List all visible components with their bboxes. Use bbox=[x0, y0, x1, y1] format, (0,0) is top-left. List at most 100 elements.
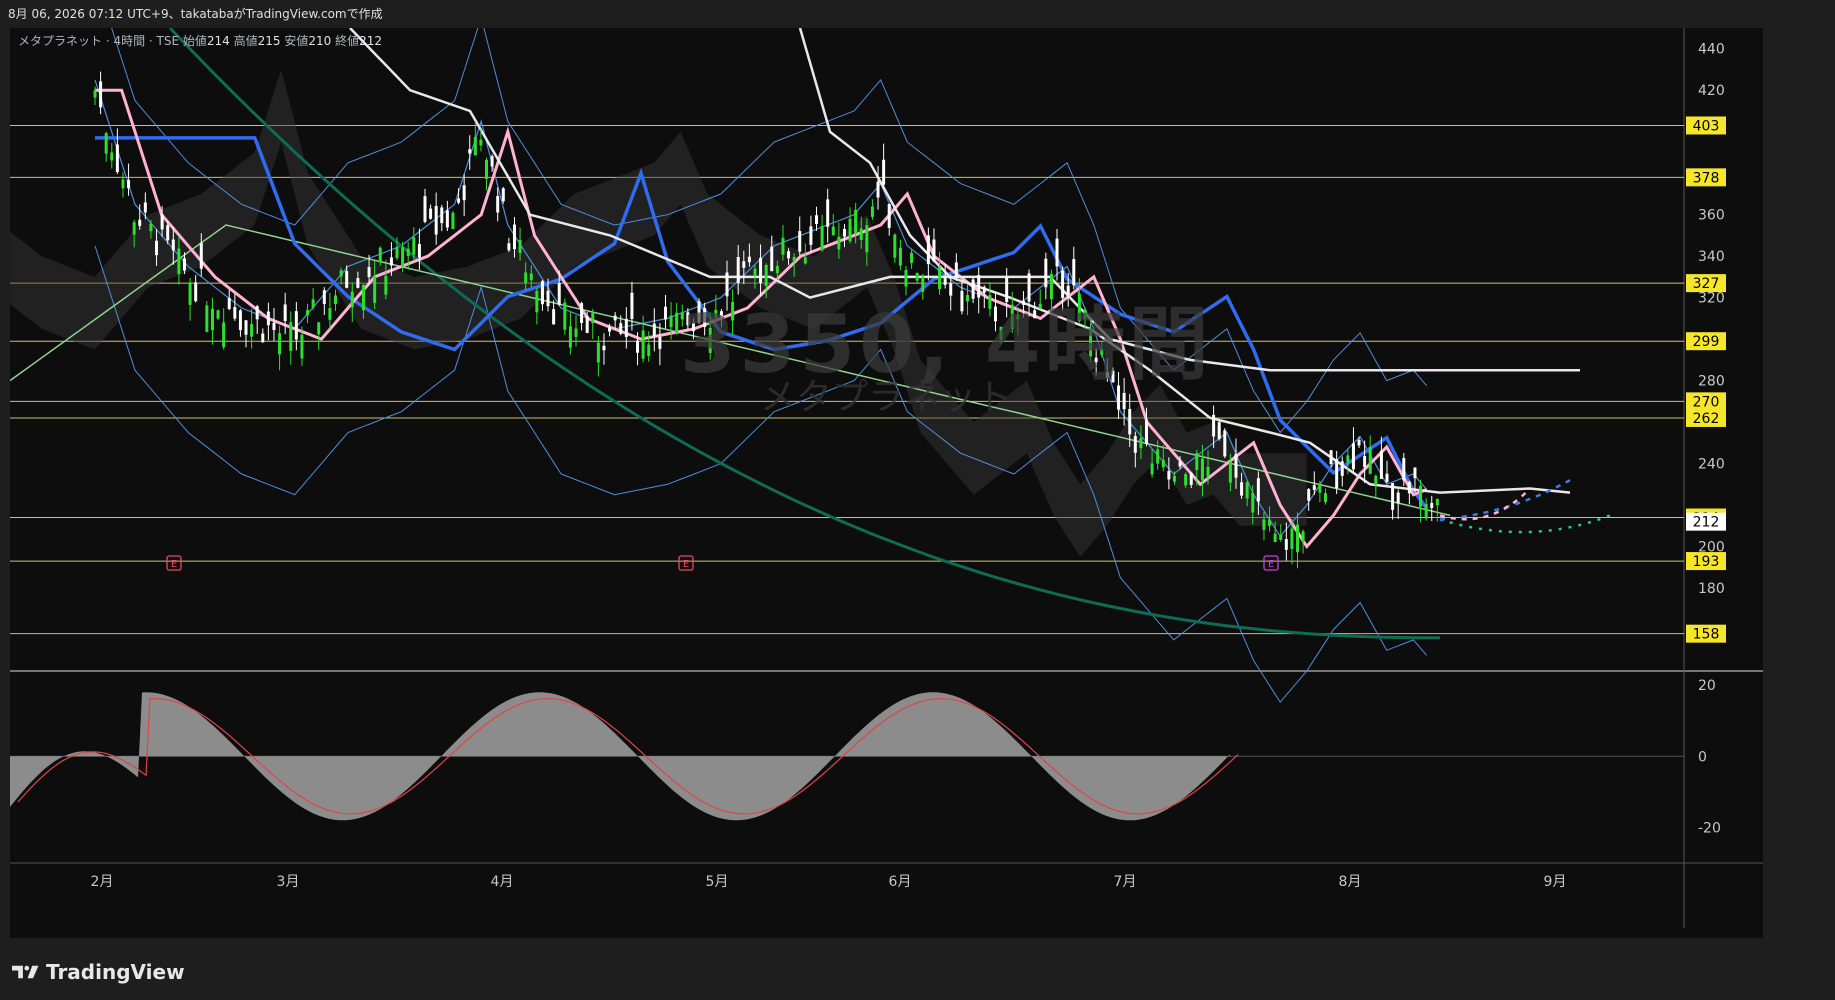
candle-body bbox=[870, 206, 874, 217]
candle-body bbox=[675, 312, 679, 334]
candle-body bbox=[1184, 474, 1188, 486]
month-label-1: 2月 bbox=[91, 874, 114, 890]
candle-body bbox=[876, 181, 880, 198]
close-value: 212 bbox=[359, 34, 383, 48]
candle-body bbox=[1212, 414, 1216, 437]
candle-body bbox=[479, 139, 483, 146]
candle-body bbox=[373, 276, 377, 303]
candle-body bbox=[1228, 461, 1232, 483]
y-tick-360: 360 bbox=[1698, 208, 1725, 224]
candle-body bbox=[1318, 485, 1322, 493]
current-price-label: 212 bbox=[1693, 515, 1720, 531]
candle-body bbox=[339, 270, 343, 277]
candle-body bbox=[1251, 492, 1255, 513]
level-label-262: 262 bbox=[1693, 411, 1720, 427]
brand-name: TradingView bbox=[46, 960, 185, 984]
candle-body bbox=[815, 215, 819, 224]
open-value: 214 bbox=[206, 34, 230, 48]
candle-body bbox=[1379, 450, 1383, 480]
candle-body bbox=[1055, 238, 1059, 267]
candle-body bbox=[1279, 534, 1283, 540]
header-text: 8月 06, 2026 07:12 UTC+9、takatabaがTrading… bbox=[8, 7, 383, 21]
price-chart[interactable]: 2月3月4月5月6月7月8月9月403378327299270262214193… bbox=[10, 28, 1763, 938]
candle-body bbox=[887, 204, 891, 228]
candle-body bbox=[356, 278, 360, 288]
month-label-6: 7月 bbox=[1114, 874, 1137, 890]
symbol-info: メタプラネット · 4時間 · TSE 始値214 高値215 安値210 終値… bbox=[18, 32, 382, 49]
candle-body bbox=[99, 81, 103, 108]
candle-body bbox=[138, 219, 142, 226]
candle-body bbox=[831, 226, 835, 236]
month-label-8: 9月 bbox=[1544, 874, 1567, 890]
candle-body bbox=[1223, 430, 1227, 457]
candle-body bbox=[753, 268, 757, 276]
candle-body bbox=[803, 257, 807, 264]
candle-body bbox=[1351, 443, 1355, 470]
open-label: 始値 bbox=[182, 34, 207, 48]
candle-body bbox=[893, 234, 897, 258]
candle-body bbox=[311, 299, 315, 308]
candle-body bbox=[1284, 538, 1288, 550]
earnings-marker-label-2: E bbox=[683, 559, 689, 570]
candle-body bbox=[574, 328, 578, 337]
level-label-193: 193 bbox=[1693, 554, 1720, 570]
osc-tick--20: -20 bbox=[1698, 820, 1721, 836]
candle-body bbox=[1161, 459, 1165, 468]
candle-body bbox=[1407, 481, 1411, 494]
candle-body bbox=[1156, 449, 1160, 464]
candle-body bbox=[624, 318, 628, 337]
candle-body bbox=[1217, 422, 1221, 439]
candle-body bbox=[854, 209, 858, 234]
tradingview-logo[interactable]: TradingView bbox=[12, 960, 185, 984]
candle-body bbox=[289, 322, 293, 351]
candle-body bbox=[434, 206, 438, 235]
candle-body bbox=[306, 309, 310, 316]
candle-body bbox=[115, 144, 119, 173]
tradingview-logo-icon bbox=[12, 965, 39, 979]
candle-body bbox=[1128, 408, 1132, 435]
y-tick-440: 440 bbox=[1698, 42, 1725, 58]
candle-body bbox=[132, 222, 136, 235]
candle-body bbox=[401, 247, 405, 267]
candle-body bbox=[535, 290, 539, 313]
candle-body bbox=[149, 223, 153, 232]
month-label-7: 8月 bbox=[1339, 874, 1362, 890]
candle-body bbox=[512, 224, 516, 250]
candle-body bbox=[160, 214, 164, 230]
candle-body bbox=[910, 252, 914, 263]
candle-body bbox=[194, 282, 198, 302]
earnings-marker-label-1: E bbox=[171, 559, 177, 570]
candle-body bbox=[809, 226, 813, 245]
candle-body bbox=[1323, 493, 1327, 503]
candle-body bbox=[345, 270, 349, 288]
candle-body bbox=[1307, 489, 1311, 501]
candle-body bbox=[882, 159, 886, 185]
candle-body bbox=[457, 198, 461, 203]
candle-body bbox=[837, 236, 841, 250]
y-tick-200: 200 bbox=[1698, 540, 1725, 556]
candle-body bbox=[826, 199, 830, 227]
candle-body bbox=[188, 282, 192, 305]
candle-body bbox=[1346, 455, 1350, 463]
y-tick-420: 420 bbox=[1698, 83, 1725, 99]
candle-body bbox=[608, 326, 612, 332]
candle-body bbox=[1424, 503, 1428, 519]
candle-body bbox=[518, 239, 522, 253]
candle-body bbox=[440, 207, 444, 224]
candle-body bbox=[507, 243, 511, 251]
candle-body bbox=[1245, 482, 1249, 499]
candle-body bbox=[1234, 453, 1238, 478]
candle-body bbox=[468, 149, 472, 154]
candle-body bbox=[926, 235, 930, 265]
candle-body bbox=[1335, 459, 1339, 488]
candle-body bbox=[1206, 466, 1210, 477]
candle-body bbox=[1363, 456, 1367, 468]
candle-body bbox=[596, 342, 600, 363]
candle-body bbox=[932, 239, 936, 262]
candle-body bbox=[445, 210, 449, 228]
candle-body bbox=[261, 333, 265, 343]
level-label-270: 270 bbox=[1693, 394, 1720, 410]
candle-body bbox=[294, 311, 298, 340]
candle-body bbox=[742, 261, 746, 268]
low-label: 安値 bbox=[284, 34, 309, 48]
